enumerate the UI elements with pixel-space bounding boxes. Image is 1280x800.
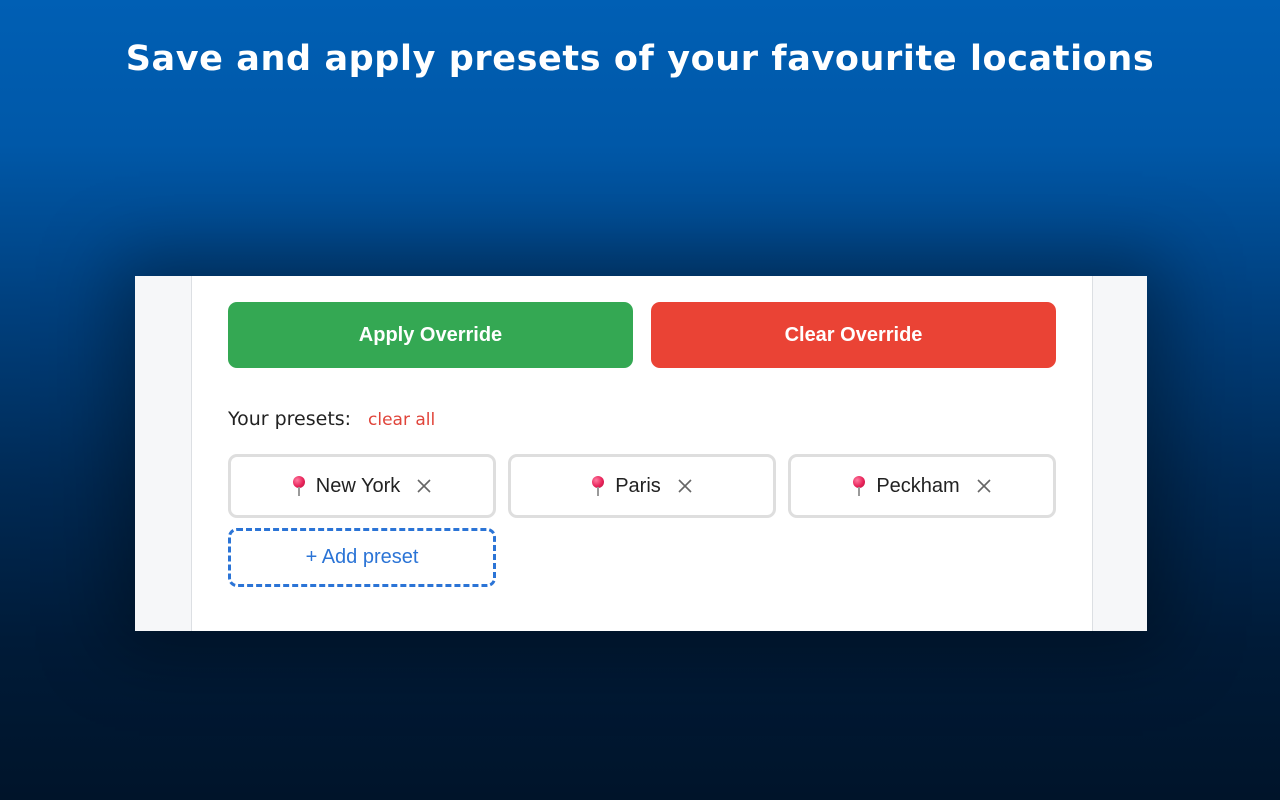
clear-all-link[interactable]: clear all	[368, 410, 435, 430]
preset-card: Apply Override Clear Override Your prese…	[191, 276, 1093, 631]
pushpin-icon	[292, 476, 306, 496]
clear-override-button[interactable]: Clear Override	[651, 302, 1056, 368]
preset-label: New York	[315, 474, 401, 497]
close-icon[interactable]	[416, 478, 432, 494]
extension-panel: Apply Override Clear Override Your prese…	[135, 276, 1147, 631]
pushpin-icon	[591, 476, 605, 496]
preset-label: Peckham	[876, 474, 960, 497]
close-icon[interactable]	[677, 478, 693, 494]
preset-chip-paris[interactable]: Paris	[508, 454, 776, 518]
page-headline: Save and apply presets of your favourite…	[125, 39, 1155, 79]
add-preset-button[interactable]: + Add preset	[228, 528, 496, 587]
presets-heading: Your presets:	[228, 408, 352, 430]
apply-override-button[interactable]: Apply Override	[228, 302, 633, 368]
preset-label: Paris	[615, 474, 661, 497]
pushpin-icon	[852, 476, 866, 496]
preset-chip-new-york[interactable]: New York	[228, 454, 496, 518]
preset-chip-peckham[interactable]: Peckham	[788, 454, 1056, 518]
close-icon[interactable]	[976, 478, 992, 494]
